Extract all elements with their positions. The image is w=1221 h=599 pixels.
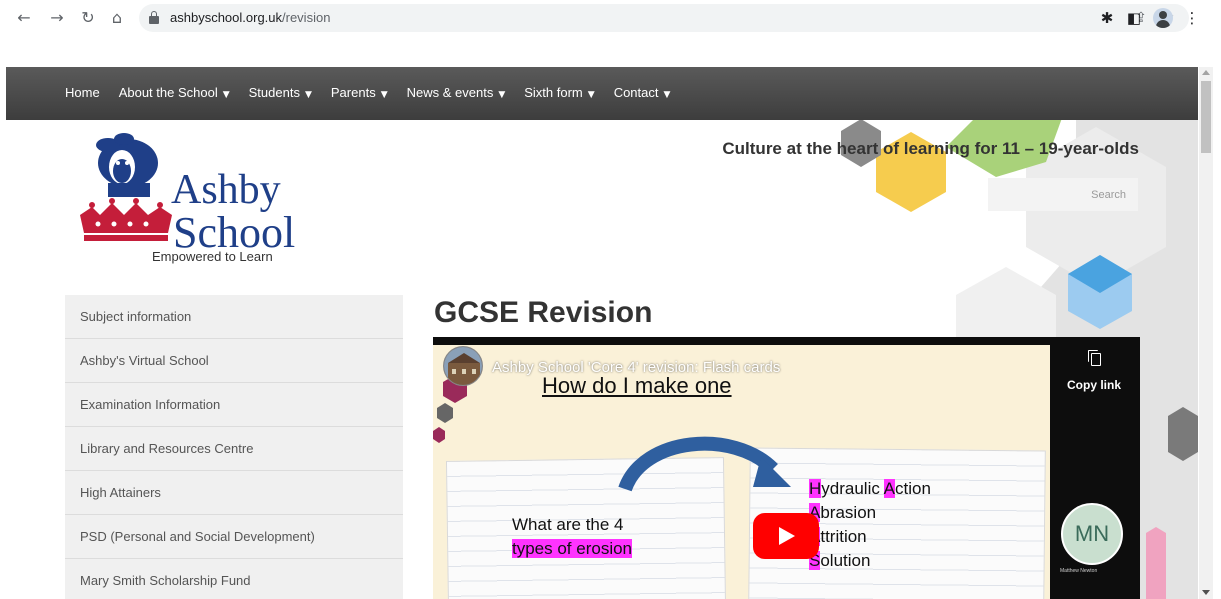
scroll-down-arrow-icon[interactable] [1202,590,1210,595]
sidebar-item-examination-information[interactable]: Examination Information [65,383,403,427]
answer-line: Solution [809,549,931,573]
logo-tagline: Empowered to Learn [152,249,273,264]
question-line-highlighted: types of erosion [512,539,633,558]
sidebar-item-scholarship-fund[interactable]: Mary Smith Scholarship Fund [65,559,403,599]
caret-down-icon: ▼ [304,90,312,100]
search-input[interactable] [988,178,1138,211]
nav-label: Students [248,85,300,100]
answer-line: Attrition [809,525,931,549]
sidebar-item-virtual-school[interactable]: Ashby's Virtual School [65,339,403,383]
nav-item-contact[interactable]: Contact ▼ [614,85,671,100]
answer-rest: ttrition [820,527,867,546]
channel-building-image [444,347,482,385]
copy-link-button[interactable]: Copy link [1067,378,1121,392]
nav-item-students[interactable]: Students ▼ [249,85,312,100]
home-icon[interactable]: ⌂ [106,8,128,28]
answer-initial: H [809,479,822,498]
sidebar-menu: Subject information Ashby's Virtual Scho… [65,295,403,599]
presenter-badge: MN [1061,503,1123,565]
url-text[interactable]: ashbyschool.org.uk/revision [170,10,330,25]
slide-title: How do I make one [542,373,732,398]
caret-down-icon: ▼ [222,90,230,100]
url-path: /revision [282,10,331,25]
site-tagline: Culture at the heart of learning for 11 … [722,139,1139,158]
browser-toolbar: ← → ↻ ⌂ ashbyschool.org.uk/revision ⇪ ☆ … [0,0,1221,37]
nav-label: Sixth form [524,85,583,100]
nav-label: Parents [330,85,376,100]
channel-avatar[interactable] [443,346,483,386]
caret-down-icon: ▼ [380,90,388,100]
nav-label: Home [65,85,100,100]
curved-arrow-icon [618,436,791,492]
page-title: GCSE Revision [434,296,653,329]
answer-text: Hydraulic Action Abrasion Attrition Solu… [809,477,931,573]
lock-icon[interactable] [149,11,159,24]
caret-down-icon: ▼ [498,90,506,100]
caret-down-icon: ▼ [587,90,595,100]
video-thumbnail-slide: How do I make one What are the 4 types o… [433,345,1050,599]
webpage: Home About the School ▼ Students ▼ Parents… [6,67,1198,599]
sidebar-item-psd[interactable]: PSD (Personal and Social Development) [65,515,403,559]
answer-rest: olution [820,551,871,570]
answer-rest: ydraulic [821,479,884,498]
main-navigation: Home About the School ▼ Students ▼ Parents… [6,67,1198,120]
presenter-name: Matthew Newton [1060,568,1098,574]
forward-icon[interactable]: → [46,8,68,28]
reload-icon[interactable]: ↻ [77,8,99,28]
youtube-play-button[interactable] [753,513,819,559]
nav-label: News & events [406,85,494,100]
address-bar[interactable]: ashbyschool.org.uk/revision ⇪ ☆ [139,4,1189,32]
scroll-up-arrow-icon[interactable] [1202,70,1210,75]
page-scrollbar[interactable] [1199,67,1213,599]
nav-item-sixth-form[interactable]: Sixth form ▼ [524,85,594,100]
video-title[interactable]: Ashby School 'Core 4' revision: Flash ca… [492,359,780,376]
copy-link-icon[interactable] [1088,350,1102,366]
scroll-thumb[interactable] [1201,81,1211,153]
menu-icon[interactable]: ⋮ [1183,9,1201,27]
answer-initial: A [883,479,895,498]
play-icon [779,527,795,545]
profile-icon[interactable] [1153,8,1173,28]
answer-line: Hydraulic Action [809,477,931,501]
question-line: What are the 4 [512,515,624,534]
back-icon[interactable]: ← [13,8,35,28]
sidebar-item-high-attainers[interactable]: High Attainers [65,471,403,515]
nav-item-home[interactable]: Home [65,85,100,100]
side-panel-icon[interactable]: ◧ [1125,9,1143,27]
answer-rest: brasion [820,503,877,522]
answer-line: Abrasion [809,501,931,525]
caret-down-icon: ▼ [663,90,671,100]
nav-item-news-events[interactable]: News & events ▼ [407,85,506,100]
nav-item-parents[interactable]: Parents ▼ [331,85,388,100]
answer-rest: ction [895,479,931,498]
sidebar-item-library[interactable]: Library and Resources Centre [65,427,403,471]
sidebar-item-subject-information[interactable]: Subject information [65,295,403,339]
nav-item-about[interactable]: About the School ▼ [119,85,230,100]
school-logo[interactable]: Ashby School Empowered to Learn [78,133,318,273]
nav-label: Contact [613,85,659,100]
question-text: What are the 4 types of erosion [512,513,633,561]
extensions-icon[interactable]: ✱ [1098,9,1116,27]
sheep-crown-emblem [80,133,172,241]
nav-label: About the School [118,85,218,100]
url-domain: ashbyschool.org.uk [170,10,283,25]
youtube-video-embed[interactable]: How do I make one What are the 4 types o… [433,337,1140,599]
